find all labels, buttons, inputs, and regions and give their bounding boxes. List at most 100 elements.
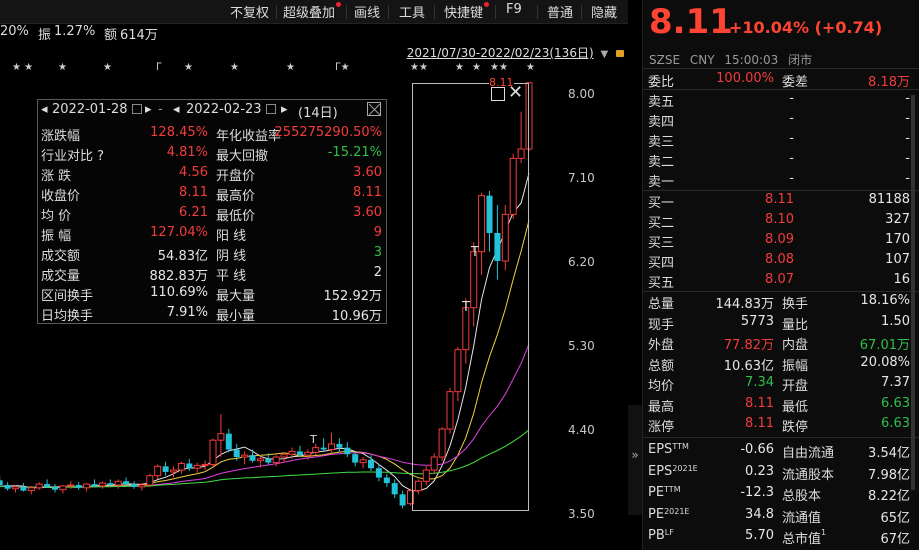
collapse-panel-button[interactable]: » bbox=[628, 405, 642, 515]
candle-body[interactable] bbox=[391, 483, 398, 495]
selection-close-icon[interactable]: ✕ bbox=[508, 84, 523, 102]
candle-body[interactable] bbox=[75, 485, 82, 488]
candle-body[interactable] bbox=[170, 469, 177, 473]
candle-body[interactable] bbox=[146, 475, 154, 486]
candle-body[interactable] bbox=[154, 465, 162, 477]
candle-body[interactable] bbox=[375, 468, 382, 478]
candle-body[interactable] bbox=[0, 480, 3, 485]
candle-body[interactable] bbox=[359, 459, 367, 464]
candle-body[interactable] bbox=[83, 483, 91, 489]
candle-body[interactable] bbox=[399, 494, 406, 506]
candle-body[interactable] bbox=[44, 484, 51, 487]
quote-scrollbar[interactable] bbox=[911, 95, 915, 490]
candle-body[interactable] bbox=[59, 485, 67, 491]
ask-row[interactable]: 卖二 - - bbox=[643, 150, 919, 170]
candle-body[interactable] bbox=[67, 484, 75, 487]
fundamental-value: 8.22亿 bbox=[868, 489, 910, 504]
toolbar-hide[interactable]: 隐藏 bbox=[591, 2, 617, 21]
candle-body[interactable] bbox=[123, 481, 130, 485]
candle-body[interactable] bbox=[193, 464, 201, 469]
bid-row[interactable]: 买三 8.09 170 bbox=[643, 231, 919, 251]
candle-body[interactable] bbox=[131, 484, 137, 487]
bid-row[interactable]: 买一 8.11 81188 bbox=[643, 191, 919, 211]
candle-body[interactable] bbox=[312, 447, 320, 453]
prev-start-arrow-icon[interactable]: ◂ bbox=[41, 102, 48, 117]
range-selection-box[interactable]: 8.11 ✕ bbox=[412, 76, 529, 511]
popup-stat-row: 振 幅 127.04% 阳 线 9 bbox=[38, 224, 386, 244]
popup-stat-row: 均 价 6.21 最低价 3.60 bbox=[38, 204, 386, 224]
quote-time: 15:00:03 bbox=[724, 53, 779, 67]
fundamental-value: 0.23 bbox=[745, 463, 774, 479]
start-date-field[interactable]: 2022-01-28 bbox=[52, 102, 128, 117]
candle-body[interactable] bbox=[288, 450, 296, 455]
candle-body[interactable] bbox=[265, 458, 272, 463]
candle-body[interactable] bbox=[256, 458, 264, 462]
candle-body[interactable] bbox=[280, 453, 288, 458]
quote-stat-label: 振幅 bbox=[782, 358, 809, 374]
next-end-arrow-icon[interactable]: ▸ bbox=[281, 102, 288, 117]
end-date-field[interactable]: 2022-02-23 bbox=[186, 102, 262, 117]
candle-body[interactable] bbox=[368, 459, 374, 469]
candle-body[interactable] bbox=[162, 466, 169, 472]
candle-body[interactable] bbox=[304, 451, 312, 456]
ask-label: 卖五 bbox=[648, 95, 675, 110]
candle-body[interactable] bbox=[20, 486, 27, 491]
bid-volume: 16 bbox=[893, 272, 910, 287]
selection-square-icon[interactable] bbox=[491, 87, 505, 101]
candle-body[interactable] bbox=[241, 454, 249, 458]
candle-body[interactable] bbox=[201, 463, 209, 466]
bid-volume: 170 bbox=[885, 232, 910, 247]
candle-body[interactable] bbox=[27, 487, 35, 492]
candle-body[interactable] bbox=[35, 483, 43, 489]
candle-body[interactable] bbox=[91, 484, 98, 486]
quote-stat-value: 7.34 bbox=[745, 375, 774, 390]
quote-stat-label: 涨停 bbox=[648, 420, 675, 435]
candle-body[interactable] bbox=[209, 439, 217, 465]
candle-body[interactable] bbox=[217, 433, 225, 441]
candle-body[interactable] bbox=[383, 477, 390, 484]
candle-body[interactable] bbox=[138, 484, 146, 488]
next-start-arrow-icon[interactable]: ▸ bbox=[145, 102, 152, 117]
fundamental-label: 自由流通 bbox=[782, 442, 834, 461]
popup-close-icon[interactable] bbox=[367, 102, 381, 116]
bid-row[interactable]: 买二 8.10 327 bbox=[643, 211, 919, 231]
quote-stat-value: 77.82万 bbox=[723, 338, 774, 353]
candle-body[interactable] bbox=[12, 486, 19, 490]
bid-row[interactable]: 买四 8.08 107 bbox=[643, 251, 919, 271]
candle-body[interactable] bbox=[352, 454, 359, 463]
popup-stat-value: 9 bbox=[373, 225, 382, 240]
ask-row[interactable]: 卖四 - - bbox=[643, 110, 919, 130]
candle-body[interactable] bbox=[177, 463, 185, 471]
exchange-code: SZSE bbox=[649, 53, 681, 67]
candle-body[interactable] bbox=[114, 480, 122, 486]
candle-body[interactable] bbox=[296, 451, 303, 456]
candle-body[interactable] bbox=[52, 486, 58, 490]
candle-body[interactable] bbox=[249, 455, 256, 461]
ask-row[interactable]: 卖三 - - bbox=[643, 130, 919, 150]
candle-body[interactable] bbox=[225, 433, 232, 450]
fundamental-label-text: 流通值 bbox=[782, 510, 822, 526]
prev-end-arrow-icon[interactable]: ◂ bbox=[173, 102, 180, 117]
candle-body[interactable] bbox=[320, 447, 327, 450]
candle-body[interactable] bbox=[328, 443, 335, 451]
y-tick-label: 4.40 bbox=[568, 423, 595, 437]
quote-panel: 8.11 +10.04% (+0.74) SZSE CNY 15:00:03 闭… bbox=[642, 0, 919, 550]
ask-row[interactable]: 卖一 - - bbox=[643, 170, 919, 190]
candle-body[interactable] bbox=[4, 485, 11, 489]
quote-stat-row: 最高 8.11 最低 6.63 bbox=[643, 395, 919, 415]
quote-stat-row: 现手 5773 量比 1.50 bbox=[643, 313, 919, 333]
bid-row[interactable]: 买五 8.07 16 bbox=[643, 271, 919, 291]
popup-stat-value: 127.04% bbox=[150, 225, 208, 240]
candle-body[interactable] bbox=[336, 443, 343, 448]
candle-body[interactable] bbox=[186, 463, 193, 469]
candle-body[interactable] bbox=[98, 482, 106, 487]
candle-body[interactable] bbox=[107, 483, 114, 485]
interval-stats-popup[interactable]: ◂ 2022-01-28 ▸ - ◂ 2022-02-23 ▸ (14日) 涨跌… bbox=[37, 99, 387, 324]
kline-chart-area[interactable]: 不复权 超级叠加 画线 工具 快捷键 F9 普通 隐藏 20% 振 1.27% … bbox=[0, 0, 628, 550]
candle-body[interactable] bbox=[344, 447, 351, 455]
candle-body[interactable] bbox=[272, 456, 280, 464]
quote-stat-value: 18.16% bbox=[860, 293, 910, 308]
popup-stat-row: 成交量 882.83万平 线 2 bbox=[38, 264, 386, 284]
ask-row[interactable]: 卖五 - - bbox=[643, 90, 919, 110]
candle-body[interactable] bbox=[233, 449, 240, 457]
